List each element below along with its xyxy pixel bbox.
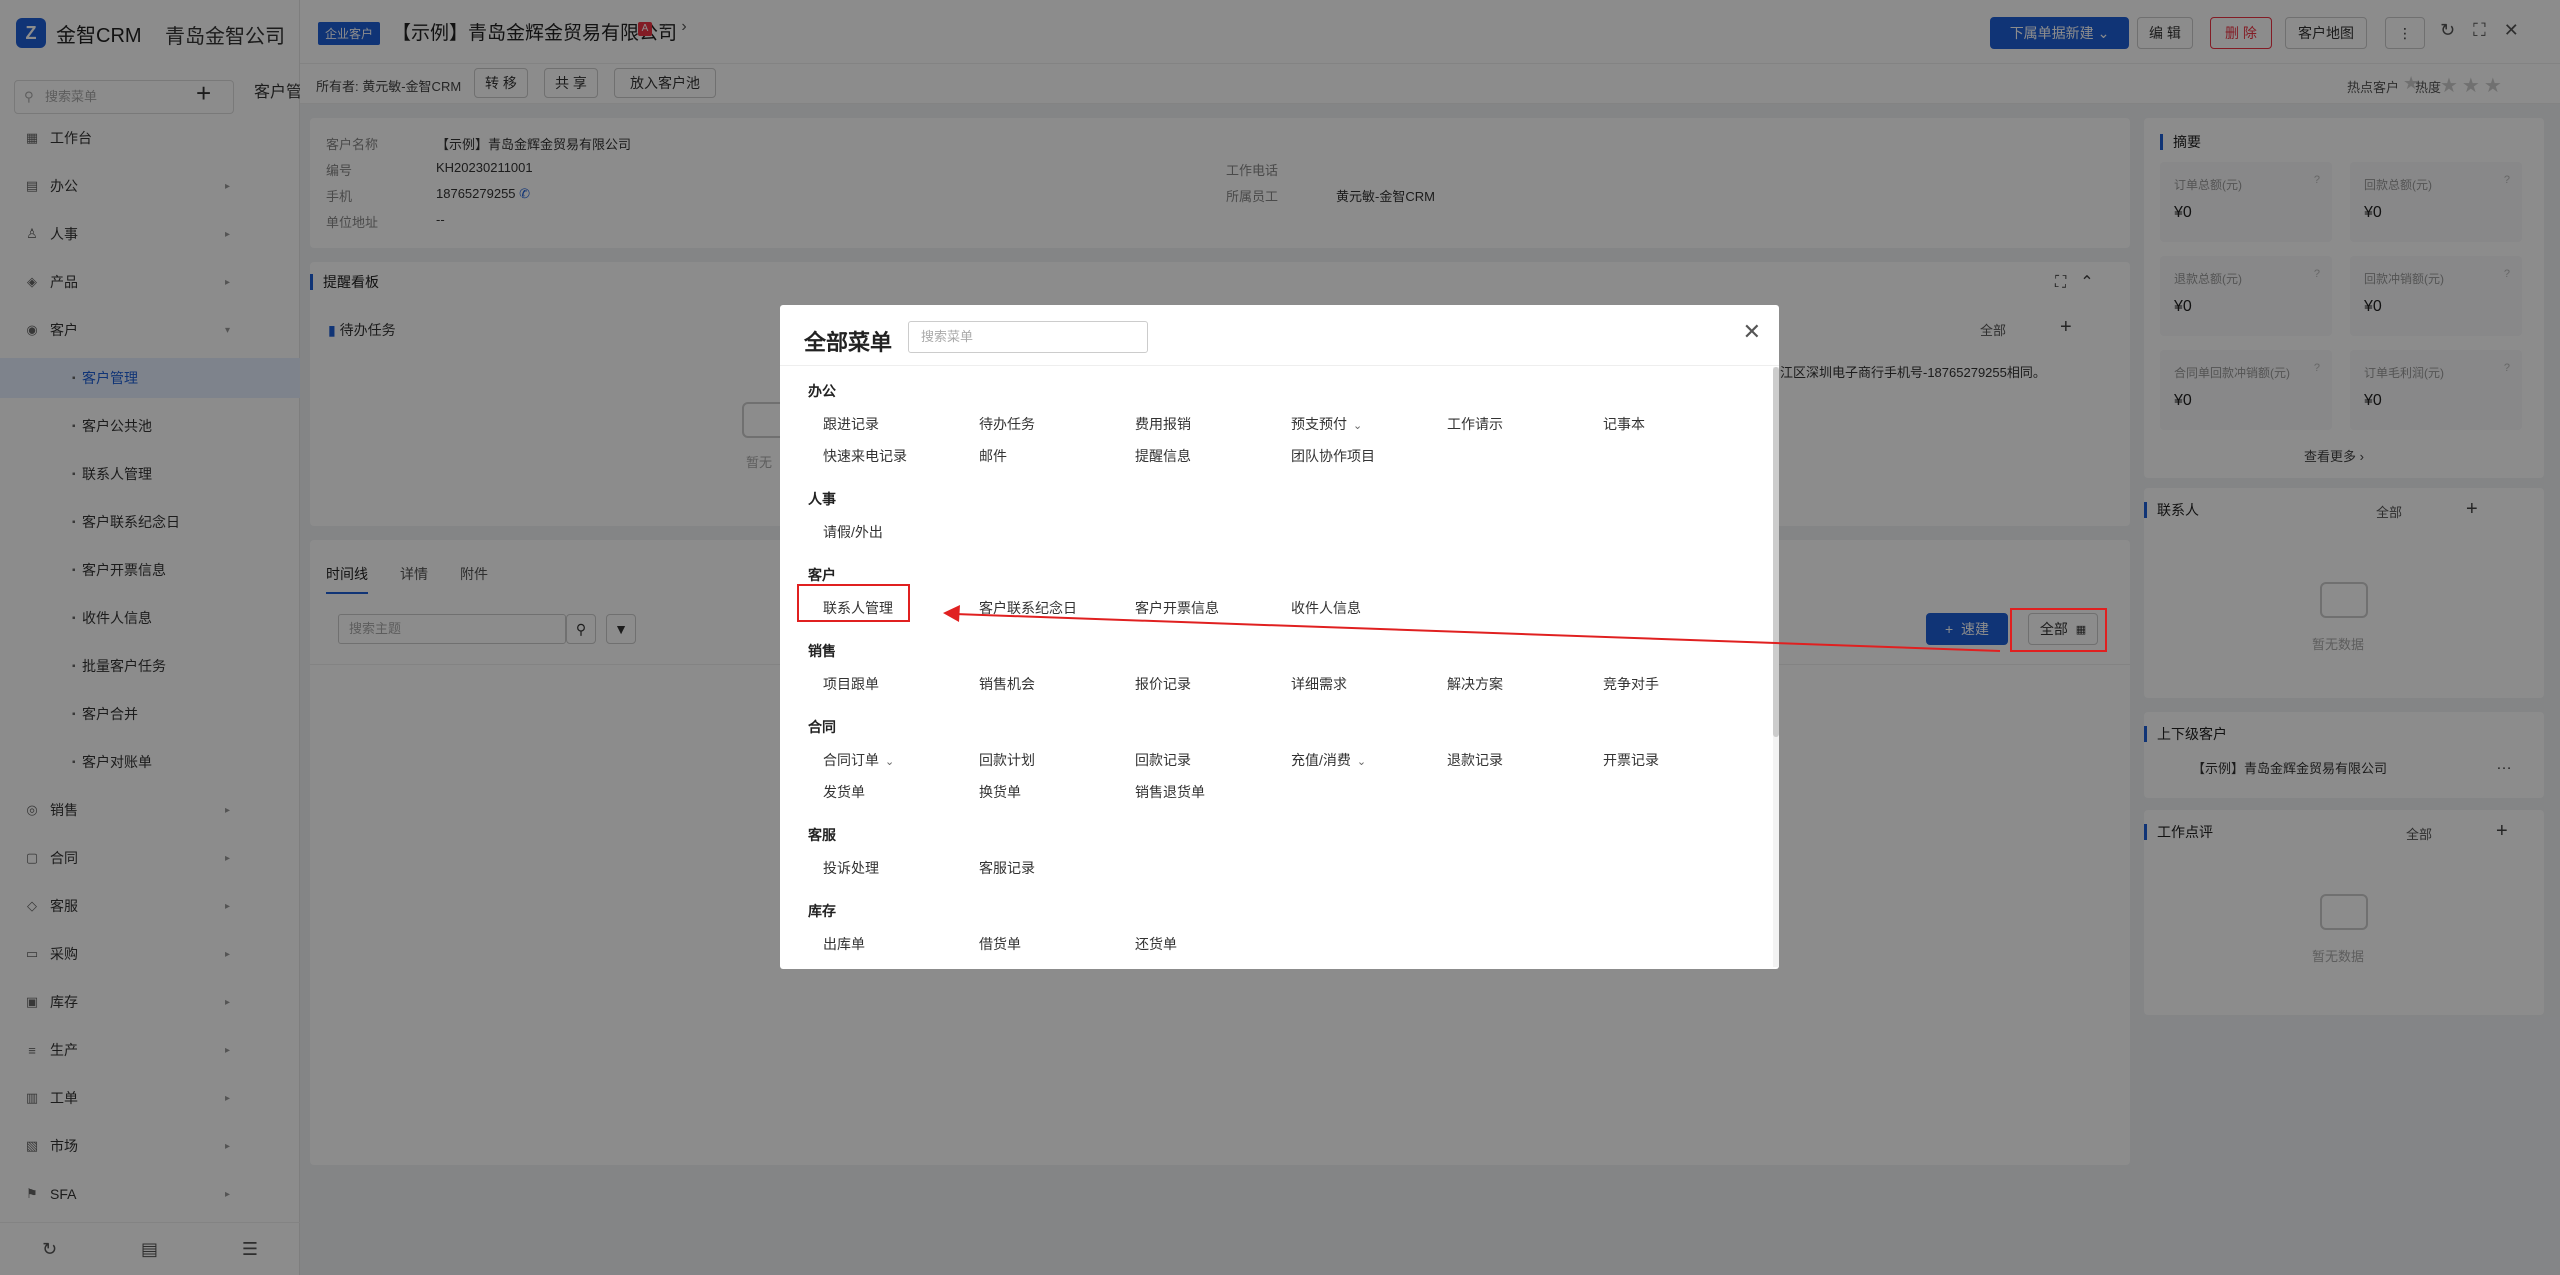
menu-item[interactable]: 工作请示	[1447, 414, 1503, 434]
menu-item[interactable]: 销售机会	[979, 674, 1035, 694]
menu-item[interactable]: 充值/消费 ⌄	[1291, 750, 1366, 770]
modal-title: 全部菜单	[804, 330, 893, 355]
menu-item[interactable]: 借货单	[979, 934, 1021, 954]
menu-item[interactable]: 开票记录	[1603, 750, 1659, 770]
menu-group-title: 合同	[808, 719, 836, 735]
scrollbar-thumb[interactable]	[1773, 367, 1779, 737]
menu-item[interactable]: 预支预付 ⌄	[1291, 414, 1362, 434]
menu-item[interactable]: 出库单	[823, 934, 865, 954]
menu-item[interactable]: 费用报销	[1135, 414, 1191, 434]
menu-item[interactable]: 还货单	[1135, 934, 1177, 954]
menu-group-title: 库存	[808, 903, 836, 919]
menu-item[interactable]: 邮件	[979, 446, 1007, 466]
menu-item[interactable]: 客服记录	[979, 858, 1035, 878]
menu-group-title: 人事	[808, 491, 836, 507]
menu-item[interactable]: 竞争对手	[1603, 674, 1659, 694]
menu-item[interactable]: 团队协作项目	[1291, 446, 1375, 466]
menu-item[interactable]: 销售退货单	[1135, 782, 1205, 802]
close-icon[interactable]: ✕	[1743, 319, 1761, 345]
menu-group-title: 办公	[808, 383, 836, 399]
menu-item[interactable]: 详细需求	[1291, 674, 1347, 694]
menu-item[interactable]: 收件人信息	[1291, 598, 1361, 618]
all-menu-modal: 全部菜单 搜索菜单 ✕ 办公跟进记录 待办任务 费用报销 预支预付 ⌄ 工作请示 记事本快速…	[780, 305, 1779, 969]
menu-item[interactable]: 跟进记录	[823, 414, 879, 434]
menu-item[interactable]: 请假/外出	[823, 522, 883, 542]
chevron-down-icon: ⌄	[885, 756, 895, 768]
menu-group-title: 销售	[808, 643, 836, 659]
menu-item[interactable]: 合同订单 ⌄	[823, 750, 894, 770]
menu-item[interactable]: 回款记录	[1135, 750, 1191, 770]
menu-group-title: 客户	[808, 567, 836, 583]
highlight-filter-button	[2010, 608, 2107, 652]
chevron-down-icon: ⌄	[1356, 756, 1367, 768]
menu-item[interactable]: 客户开票信息	[1135, 598, 1219, 618]
menu-item[interactable]: 换货单	[979, 782, 1021, 802]
menu-item[interactable]: 发货单	[823, 782, 865, 802]
highlight-contact-manage	[797, 584, 910, 622]
menu-item[interactable]: 记事本	[1603, 414, 1645, 434]
menu-item[interactable]: 待办任务	[979, 414, 1035, 434]
menu-item[interactable]: 报价记录	[1135, 674, 1191, 694]
menu-item[interactable]: 快速来电记录	[823, 446, 907, 466]
menu-item[interactable]: 解决方案	[1447, 674, 1503, 694]
menu-item[interactable]: 项目跟单	[823, 674, 879, 694]
menu-item[interactable]: 投诉处理	[823, 858, 879, 878]
menu-group-title: 客服	[808, 827, 836, 843]
menu-item[interactable]: 提醒信息	[1135, 446, 1191, 466]
menu-search-input[interactable]: 搜索菜单	[908, 321, 1148, 353]
menu-item[interactable]: 客户联系纪念日	[979, 598, 1077, 618]
menu-item[interactable]: 回款计划	[979, 750, 1035, 770]
chevron-down-icon: ⌄	[1353, 420, 1363, 432]
menu-item[interactable]: 退款记录	[1447, 750, 1503, 770]
